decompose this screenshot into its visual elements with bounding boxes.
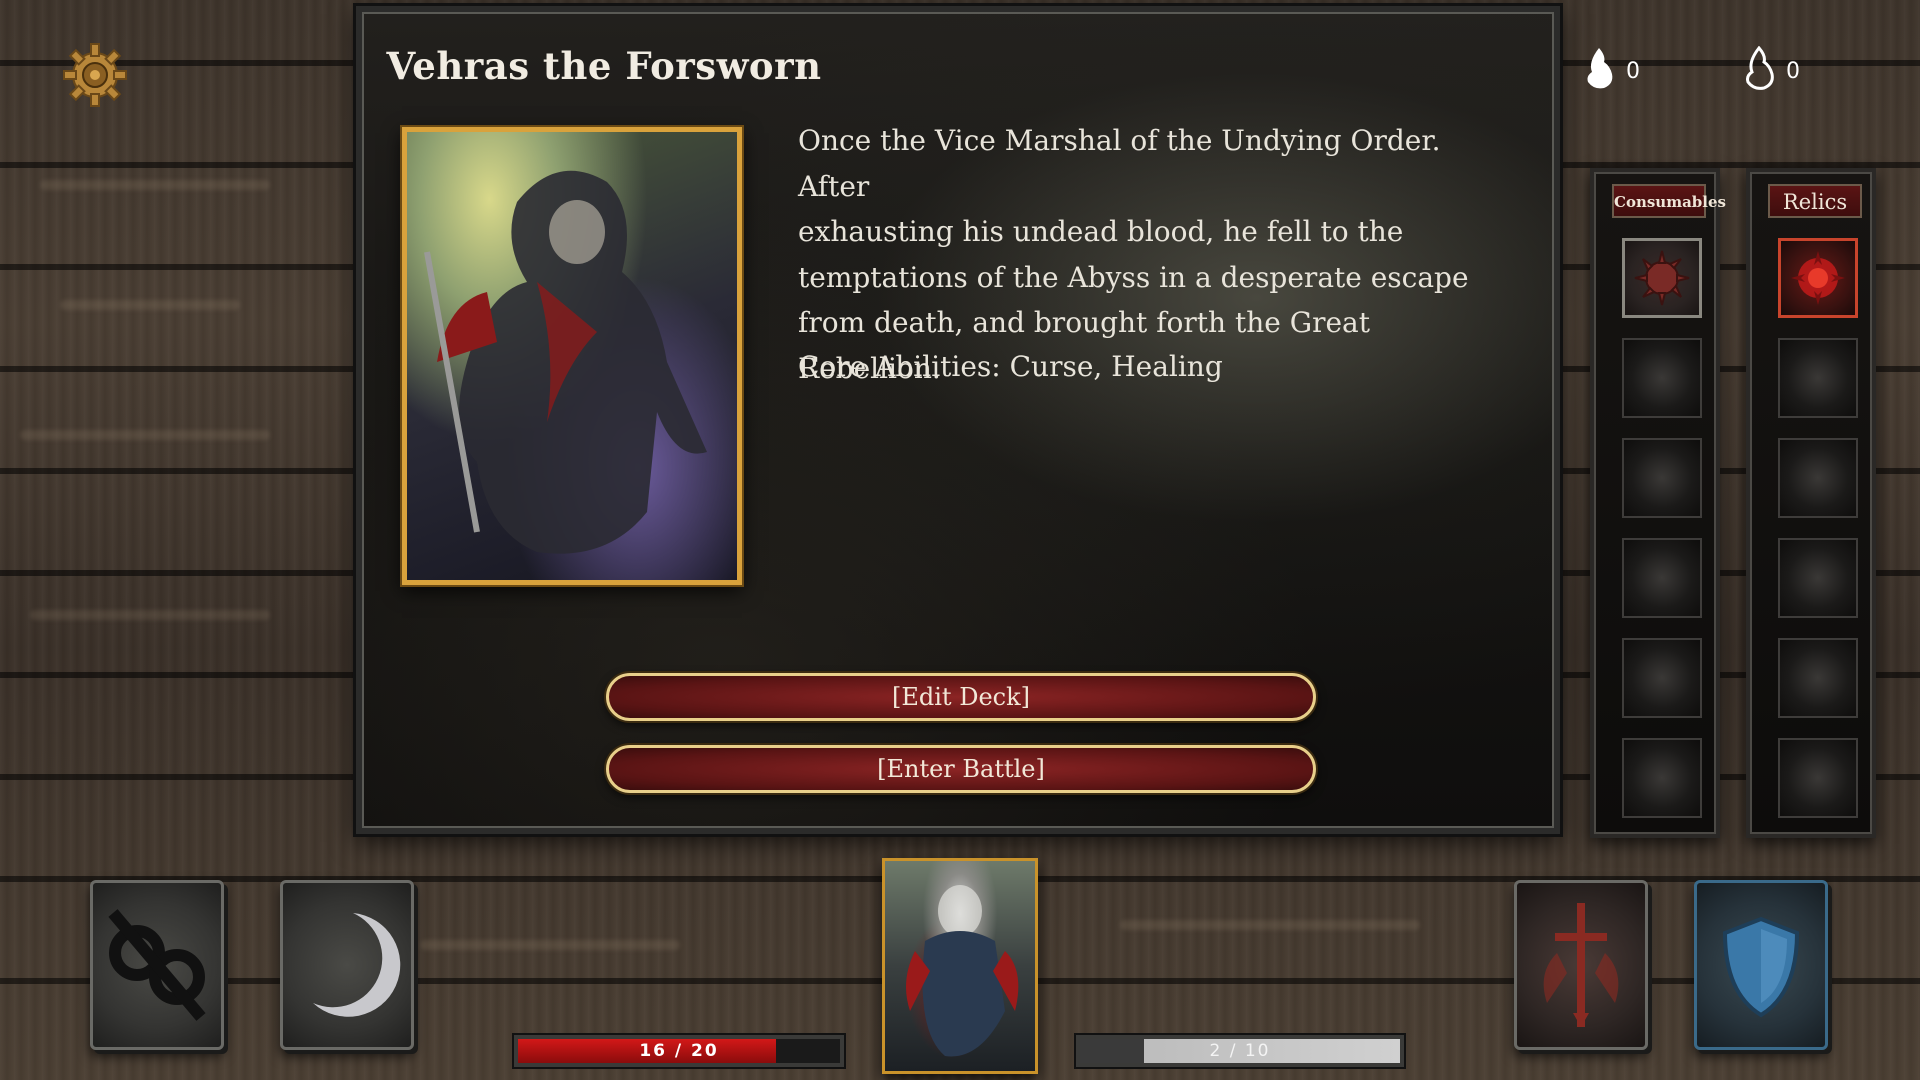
currency-soul-flame: 0 bbox=[1582, 46, 1640, 96]
consumable-slot-5[interactable] bbox=[1622, 638, 1702, 718]
currency-empty-flame: 0 bbox=[1742, 45, 1800, 96]
consumable-slot-4[interactable] bbox=[1622, 538, 1702, 618]
hero-core-abilities: Core Abilities: Curse, Healing bbox=[798, 350, 1223, 383]
broken-chain-icon bbox=[108, 909, 206, 1021]
sword-card[interactable] bbox=[1514, 880, 1648, 1050]
relic-slot-1[interactable] bbox=[1778, 238, 1858, 318]
consumable-slot-6[interactable] bbox=[1622, 738, 1702, 818]
edit-deck-button[interactable]: [Edit Deck] bbox=[606, 673, 1316, 721]
consumable-slot-2[interactable] bbox=[1622, 338, 1702, 418]
health-bar: 16 / 20 bbox=[514, 1035, 844, 1067]
flame-outline-icon bbox=[1742, 45, 1776, 96]
shield-icon bbox=[1722, 916, 1800, 1018]
enter-battle-button[interactable]: [Enter Battle] bbox=[606, 745, 1316, 793]
relic-slot-3[interactable] bbox=[1778, 438, 1858, 518]
consumables-header: Consumables bbox=[1612, 184, 1726, 218]
experience-text: 2 / 10 bbox=[1209, 1041, 1271, 1061]
relics-panel: Relics bbox=[1746, 168, 1876, 838]
health-text: 16 / 20 bbox=[639, 1041, 719, 1061]
shield-card[interactable] bbox=[1694, 880, 1828, 1050]
currency-empty-flame-value: 0 bbox=[1786, 58, 1800, 84]
currency-soul-flame-value: 0 bbox=[1626, 58, 1640, 84]
relic-slot-2[interactable] bbox=[1778, 338, 1858, 418]
crescent-moon-card[interactable] bbox=[280, 880, 414, 1050]
relic-slot-6[interactable] bbox=[1778, 738, 1858, 818]
relics-header: Relics bbox=[1768, 184, 1862, 218]
hero-portrait bbox=[402, 127, 742, 585]
flame-filled-icon bbox=[1582, 46, 1616, 96]
relic-slot-5[interactable] bbox=[1778, 638, 1858, 718]
spiked-orb-icon bbox=[1634, 250, 1690, 306]
broken-chain-card[interactable] bbox=[90, 880, 224, 1050]
sword-icon bbox=[1543, 903, 1619, 1027]
experience-bar: 2 / 10 bbox=[1076, 1035, 1404, 1067]
blood-orb-icon bbox=[1791, 251, 1845, 305]
consumables-panel: Consumables bbox=[1590, 168, 1726, 838]
relic-slot-4[interactable] bbox=[1778, 538, 1858, 618]
hero-name: Vehras the Forsworn bbox=[386, 44, 822, 88]
crescent-moon-icon bbox=[313, 913, 401, 1017]
character-card[interactable] bbox=[882, 858, 1038, 1074]
consumable-slot-3[interactable] bbox=[1622, 438, 1702, 518]
consumable-slot-1[interactable] bbox=[1622, 238, 1702, 318]
